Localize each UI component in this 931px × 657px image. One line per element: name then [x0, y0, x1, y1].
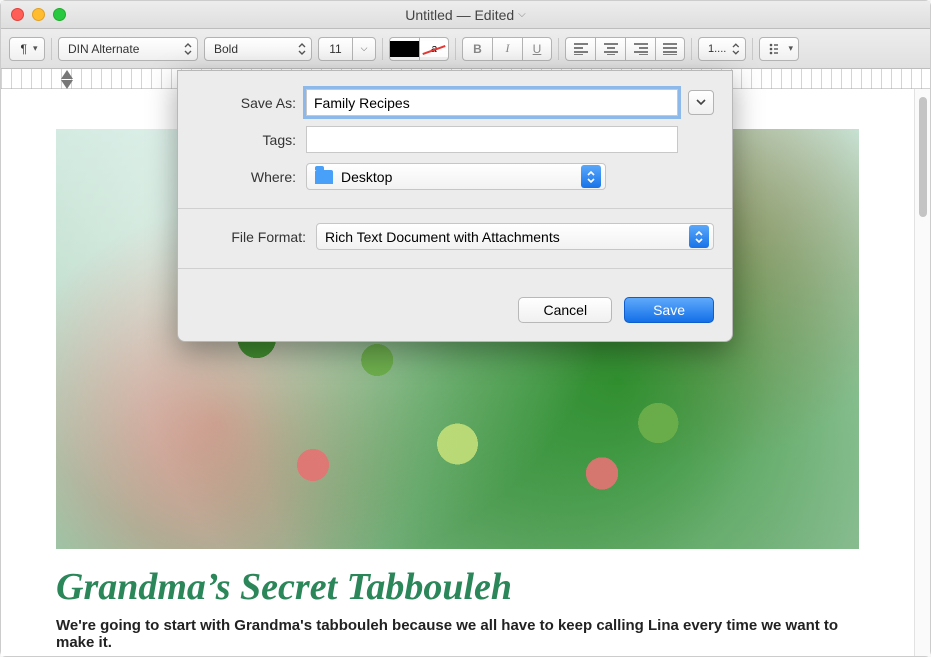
underline-button[interactable]: U: [522, 37, 552, 61]
black-swatch-icon: [390, 41, 419, 57]
file-format-select[interactable]: Rich Text Document with Attachments: [316, 223, 714, 250]
save-button[interactable]: Save: [624, 297, 714, 323]
align-center-button[interactable]: [595, 37, 625, 61]
document-heading: Grandma’s Secret Tabbouleh: [56, 565, 859, 609]
font-size-group: 11 ⌵: [318, 37, 376, 61]
document-body-text: We're going to start with Grandma's tabb…: [56, 617, 859, 651]
indent-marker-icon[interactable]: [61, 70, 73, 79]
file-format-value: Rich Text Document with Attachments: [325, 229, 560, 245]
align-left-button[interactable]: [565, 37, 595, 61]
chevron-down-icon: ▾: [33, 43, 38, 54]
chevron-down-icon: ▾: [788, 43, 793, 54]
underline-icon: U: [533, 42, 542, 56]
window-titlebar: Untitled — Edited ⌵: [1, 1, 930, 29]
fullscreen-window-button[interactable]: [53, 8, 66, 21]
align-center-icon: [604, 43, 618, 55]
italic-button[interactable]: I: [492, 37, 522, 61]
toolbar-separator: [558, 38, 559, 60]
align-justify-button[interactable]: [655, 37, 685, 61]
save-as-label: Save As:: [196, 95, 296, 111]
italic-icon: I: [506, 41, 510, 56]
file-format-label: File Format:: [196, 229, 306, 245]
list-icon: [769, 43, 778, 55]
chevron-down-icon: ⌵: [361, 43, 368, 54]
where-label: Where:: [196, 169, 296, 185]
line-spacing-value: 1....: [708, 43, 726, 55]
updown-chevron-icon: [689, 225, 709, 248]
title-menu-chevron-icon[interactable]: ⌵: [518, 9, 526, 20]
save-as-input[interactable]: [306, 89, 678, 116]
highlight-color-button[interactable]: a: [419, 37, 449, 61]
color-group: a: [389, 37, 449, 61]
font-family-select[interactable]: DIN Alternate: [58, 37, 198, 61]
font-weight-select[interactable]: Bold: [204, 37, 312, 61]
list-style-select[interactable]: ▾: [759, 37, 799, 61]
close-window-button[interactable]: [11, 8, 24, 21]
toolbar-separator: [455, 38, 456, 60]
updown-chevron-icon: [732, 43, 740, 55]
cancel-button[interactable]: Cancel: [518, 297, 612, 323]
tags-input[interactable]: [306, 126, 678, 153]
updown-chevron-icon: [581, 165, 601, 188]
updown-chevron-icon: [184, 43, 192, 55]
no-color-swatch-icon: a: [420, 41, 448, 57]
align-right-icon: [634, 43, 648, 55]
save-dialog: Save As: Tags: Where: Desktop File Forma…: [177, 70, 733, 342]
align-left-icon: [574, 43, 588, 55]
bold-icon: B: [473, 42, 482, 56]
toolbar-separator: [382, 38, 383, 60]
pilcrow-icon: ¶: [21, 42, 27, 56]
folder-icon: [315, 170, 333, 184]
where-value: Desktop: [341, 169, 392, 185]
chevron-down-icon: [696, 99, 706, 106]
style-group: B I U: [462, 37, 552, 61]
font-weight-value: Bold: [214, 42, 238, 56]
font-family-value: DIN Alternate: [68, 42, 139, 56]
toolbar-separator: [752, 38, 753, 60]
title-text: Untitled — Edited: [405, 7, 514, 23]
scrollbar-thumb[interactable]: [919, 97, 927, 217]
traffic-lights: [11, 8, 66, 21]
expand-dialog-button[interactable]: [688, 90, 714, 115]
minimize-window-button[interactable]: [32, 8, 45, 21]
line-spacing-select[interactable]: 1....: [698, 37, 746, 61]
text-color-button[interactable]: [389, 37, 419, 61]
font-size-stepper[interactable]: ⌵: [352, 37, 376, 61]
align-group: [565, 37, 685, 61]
toolbar-separator: [691, 38, 692, 60]
align-justify-icon: [663, 43, 677, 55]
where-select[interactable]: Desktop: [306, 163, 606, 190]
font-size-field[interactable]: 11: [318, 37, 352, 61]
tab-marker-icon[interactable]: [61, 80, 73, 89]
vertical-scrollbar[interactable]: [914, 89, 930, 656]
updown-chevron-icon: [298, 43, 306, 55]
bold-button[interactable]: B: [462, 37, 492, 61]
paragraph-style-button[interactable]: ¶ ▾: [9, 37, 45, 61]
tags-label: Tags:: [196, 132, 296, 148]
formatting-toolbar: ¶ ▾ DIN Alternate Bold 11 ⌵ a B I U: [1, 29, 930, 69]
toolbar-separator: [51, 38, 52, 60]
font-size-value: 11: [329, 42, 341, 56]
window-title: Untitled — Edited ⌵: [405, 7, 526, 23]
align-right-button[interactable]: [625, 37, 655, 61]
